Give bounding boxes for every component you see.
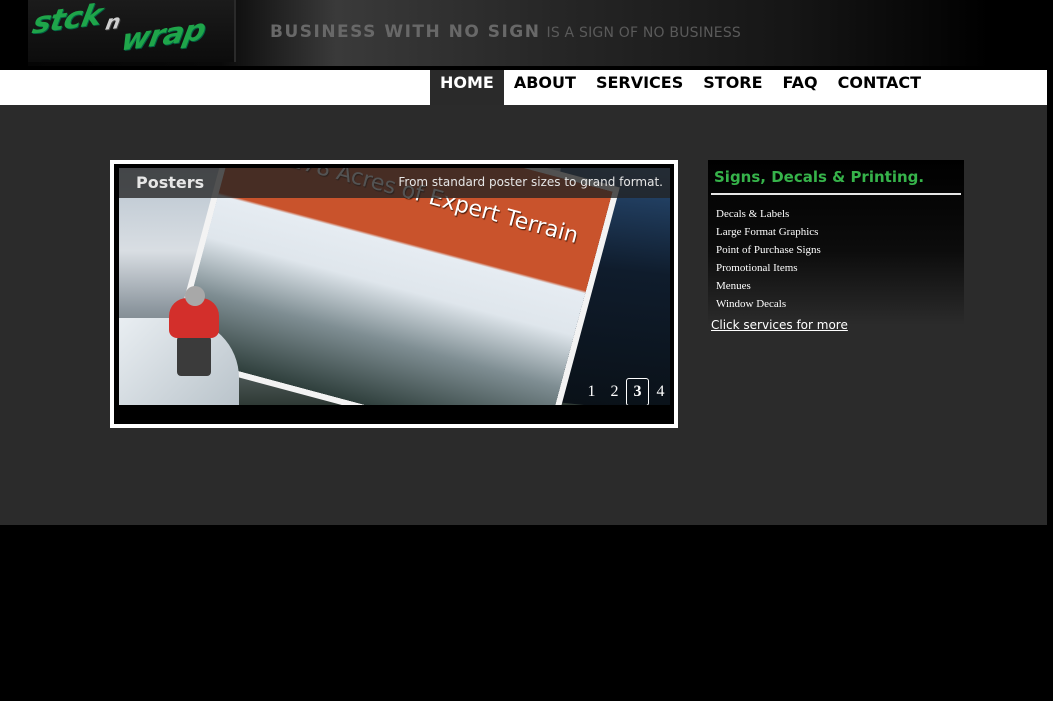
slogan-strong: BUSINESS WITH NO SIGN — [270, 22, 541, 42]
slide-subtitle: From standard poster sizes to grand form… — [398, 175, 663, 189]
slideshow: 278 Acres of Expert Terrain Posters From… — [110, 160, 678, 428]
nav-services[interactable]: SERVICES — [586, 70, 693, 105]
slide-image[interactable]: 278 Acres of Expert Terrain Posters From… — [119, 168, 670, 405]
skier-legs — [177, 336, 211, 376]
pager-page-2[interactable]: 2 — [603, 378, 626, 405]
nav-bar: HOME ABOUT SERVICES STORE FAQ CONTACT — [0, 70, 1047, 105]
main-content: 278 Acres of Expert Terrain Posters From… — [0, 105, 1047, 525]
main-nav: HOME ABOUT SERVICES STORE FAQ CONTACT — [430, 70, 931, 105]
nav-home[interactable]: HOME — [430, 70, 504, 105]
slide-caption-bar: Posters From standard poster sizes to gr… — [119, 168, 670, 198]
slogan: BUSINESS WITH NO SIGN IS A SIGN OF NO BUS… — [270, 22, 741, 42]
nav-about[interactable]: ABOUT — [504, 70, 586, 105]
logo[interactable]: stck n wrap — [28, 0, 236, 62]
services-panel: Signs, Decals & Printing. Decals & Label… — [708, 160, 964, 332]
list-item: Promotional Items — [716, 262, 798, 274]
slide-title: Posters — [136, 173, 205, 192]
nav-store[interactable]: STORE — [693, 70, 772, 105]
logo-word-n: n — [103, 9, 122, 35]
slide-pager: 1 2 3 4 — [580, 378, 670, 405]
site-header: stck n wrap BUSINESS WITH NO SIGN IS A SI… — [0, 0, 1053, 70]
pager-page-4[interactable]: 4 — [649, 378, 670, 405]
slide-poster: 278 Acres of Expert Terrain — [175, 168, 613, 405]
list-item: Decals & Labels — [716, 208, 790, 220]
skier-figure — [159, 286, 229, 383]
services-title: Signs, Decals & Printing. — [714, 168, 925, 186]
slogan-light: IS A SIGN OF NO BUSINESS — [546, 25, 741, 41]
skier-helmet — [185, 286, 205, 306]
nav-faq[interactable]: FAQ — [773, 70, 828, 105]
pager-page-3[interactable]: 3 — [626, 378, 649, 405]
services-more-link[interactable]: Click services for more — [711, 318, 848, 332]
pager-page-1[interactable]: 1 — [580, 378, 603, 405]
services-divider — [711, 193, 961, 195]
services-list: Decals & Labels Large Format Graphics Po… — [716, 207, 821, 315]
list-item: Window Decals — [716, 298, 787, 310]
logo-word-stick: stck — [29, 0, 105, 42]
list-item: Point of Purchase Signs — [716, 244, 821, 256]
logo-word-wrap: wrap — [118, 12, 208, 59]
list-item: Large Format Graphics — [716, 226, 819, 238]
nav-contact[interactable]: CONTACT — [828, 70, 931, 105]
header-banner: stck n wrap BUSINESS WITH NO SIGN IS A SI… — [28, 0, 990, 66]
list-item: Menues — [716, 280, 751, 292]
